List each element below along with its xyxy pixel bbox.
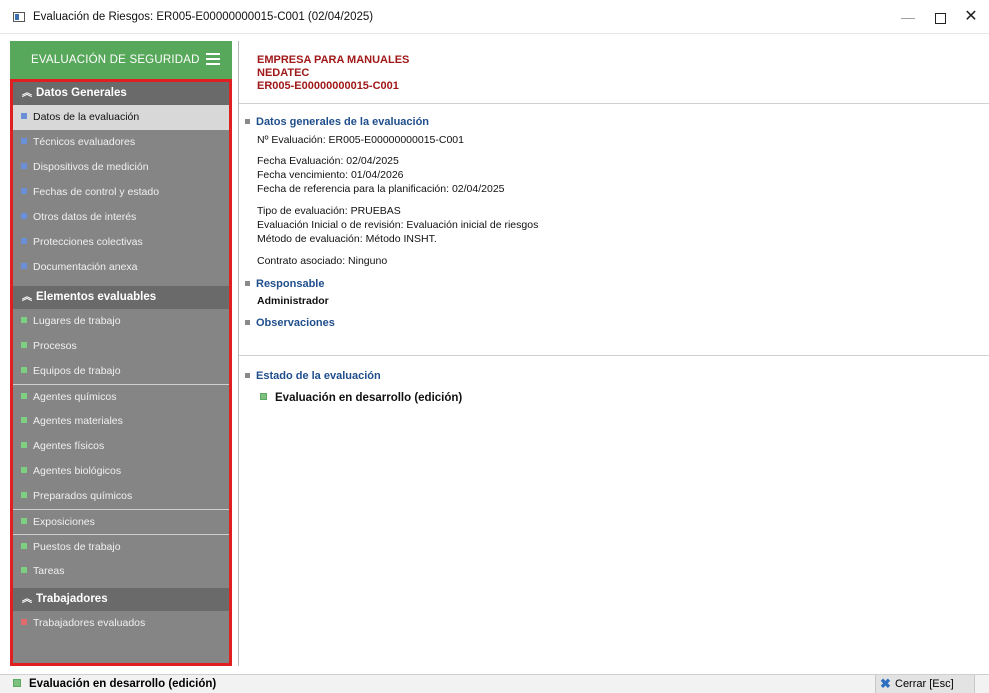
green-square-icon [21, 518, 27, 525]
sidebar-item-preparados-quimicos[interactable]: Preparados químicos [13, 484, 229, 509]
detail-fecha-referencia: Fecha de referencia para la planificació… [257, 183, 505, 195]
green-square-icon [21, 442, 27, 449]
cerrar-button[interactable]: ✖ Cerrar [Esc] [875, 675, 975, 693]
blue-square-icon [21, 263, 27, 270]
divider [239, 103, 989, 104]
detail-tipo-evaluacion: Tipo de evaluación: PRUEBAS [257, 205, 401, 217]
sidebar-nav: ︽ Datos Generales Datos de la evaluación … [10, 79, 232, 666]
minimize-button[interactable]: — [895, 6, 921, 28]
green-square-icon [260, 393, 267, 401]
sidebar-item-agentes-biologicos[interactable]: Agentes biológicos [13, 459, 229, 484]
estado-value: Evaluación en desarrollo (edición) [260, 392, 462, 404]
section-title-observaciones: Observaciones [245, 317, 335, 329]
sidebar-item-agentes-fisicos[interactable]: Agentes físicos [13, 434, 229, 459]
green-square-icon [21, 317, 27, 324]
section-title-datos-generales: Datos generales de la evaluación [245, 116, 429, 128]
green-square-icon [21, 417, 27, 424]
section-elementos-evaluables[interactable]: ︽ Elementos evaluables [13, 286, 229, 309]
green-square-icon [21, 367, 27, 374]
sidebar-item-protecciones[interactable]: Protecciones colectivas [13, 230, 229, 255]
company-subname: NEDATEC [257, 67, 310, 79]
detail-numero-evaluacion: Nº Evaluación: ER005-E00000000015-C001 [257, 134, 464, 146]
collapse-chevron-icon: ︽ [22, 594, 32, 605]
green-square-icon [21, 543, 27, 550]
sidebar-item-trabajadores-evaluados[interactable]: Trabajadores evaluados [13, 611, 229, 636]
green-square-icon [21, 467, 27, 474]
hamburger-menu-icon[interactable] [206, 53, 220, 65]
sidebar-item-equipos[interactable]: Equipos de trabajo [13, 359, 229, 384]
section-trabajadores[interactable]: ︽ Trabajadores [13, 588, 229, 611]
detail-fecha-vencimiento: Fecha vencimiento: 01/04/2026 [257, 169, 404, 181]
section-title-responsable: Responsable [245, 278, 324, 290]
title-bar: Evaluación de Riesgos: ER005-E0000000001… [0, 0, 989, 34]
responsable-value: Administrador [257, 295, 329, 307]
sidebar-item-agentes-materiales[interactable]: Agentes materiales [13, 409, 229, 434]
green-square-icon [21, 393, 27, 400]
sidebar-item-agentes-quimicos[interactable]: Agentes químicos [13, 384, 229, 409]
blue-square-icon [21, 213, 27, 220]
blue-square-icon [21, 163, 27, 170]
sidebar-header: EVALUACIÓN DE SEGURIDAD [10, 41, 232, 79]
divider [239, 355, 989, 356]
detail-metodo: Método de evaluación: Método INSHT. [257, 233, 437, 245]
close-x-icon: ✖ [880, 676, 891, 691]
blue-square-icon [21, 138, 27, 145]
section-datos-generales[interactable]: ︽ Datos Generales [13, 82, 229, 105]
sidebar-item-lugares[interactable]: Lugares de trabajo [13, 309, 229, 334]
close-window-button[interactable]: ✕ [958, 6, 984, 28]
sidebar-item-otros-datos[interactable]: Otros datos de interés [13, 205, 229, 230]
green-square-icon [21, 567, 27, 574]
detail-inicial-revision: Evaluación Inicial o de revisión: Evalua… [257, 219, 539, 231]
company-header: EMPRESA PARA MANUALES NEDATEC ER005-E000… [257, 54, 409, 93]
collapse-chevron-icon: ︽ [22, 292, 32, 303]
sidebar-item-datos-evaluacion[interactable]: Datos de la evaluación [13, 105, 229, 130]
maximize-button[interactable] [927, 6, 953, 28]
main-content: EMPRESA PARA MANUALES NEDATEC ER005-E000… [239, 41, 989, 666]
sidebar-header-label: EVALUACIÓN DE SEGURIDAD [31, 54, 200, 66]
detail-contrato: Contrato asociado: Ninguno [257, 255, 388, 267]
status-bar: Evaluación en desarrollo (edición) ✖ Cerr… [0, 674, 989, 693]
section-bullet-icon [245, 118, 250, 124]
blue-square-icon [21, 238, 27, 245]
sidebar-item-tecnicos[interactable]: Técnicos evaluadores [13, 130, 229, 155]
red-square-icon [21, 619, 27, 626]
sidebar-item-dispositivos[interactable]: Dispositivos de medición [13, 155, 229, 180]
blue-square-icon [21, 188, 27, 195]
sidebar-item-tareas[interactable]: Tareas [13, 559, 229, 584]
green-square-icon [21, 492, 27, 499]
section-bullet-icon [245, 280, 250, 286]
sidebar-item-fechas[interactable]: Fechas de control y estado [13, 180, 229, 205]
window-title: Evaluación de Riesgos: ER005-E0000000001… [33, 11, 374, 23]
sidebar-item-puestos[interactable]: Puestos de trabajo [13, 534, 229, 559]
section-bullet-icon [245, 319, 250, 325]
evaluation-code: ER005-E00000000015-C001 [257, 80, 399, 92]
detail-fecha-evaluacion: Fecha Evaluación: 02/04/2025 [257, 155, 399, 167]
green-square-icon [21, 342, 27, 349]
green-square-icon [13, 678, 21, 687]
app-window-icon [13, 12, 25, 22]
section-bullet-icon [245, 372, 250, 378]
collapse-chevron-icon: ︽ [22, 88, 32, 99]
blue-square-icon [21, 113, 27, 120]
company-name: EMPRESA PARA MANUALES [257, 54, 410, 66]
status-text: Evaluación en desarrollo (edición) [13, 678, 216, 690]
sidebar-item-documentacion[interactable]: Documentación anexa [13, 255, 229, 280]
sidebar-item-procesos[interactable]: Procesos [13, 334, 229, 359]
maximize-icon [934, 12, 946, 24]
section-title-estado: Estado de la evaluación [245, 370, 381, 382]
sidebar-item-exposiciones[interactable]: Exposiciones [13, 509, 229, 534]
